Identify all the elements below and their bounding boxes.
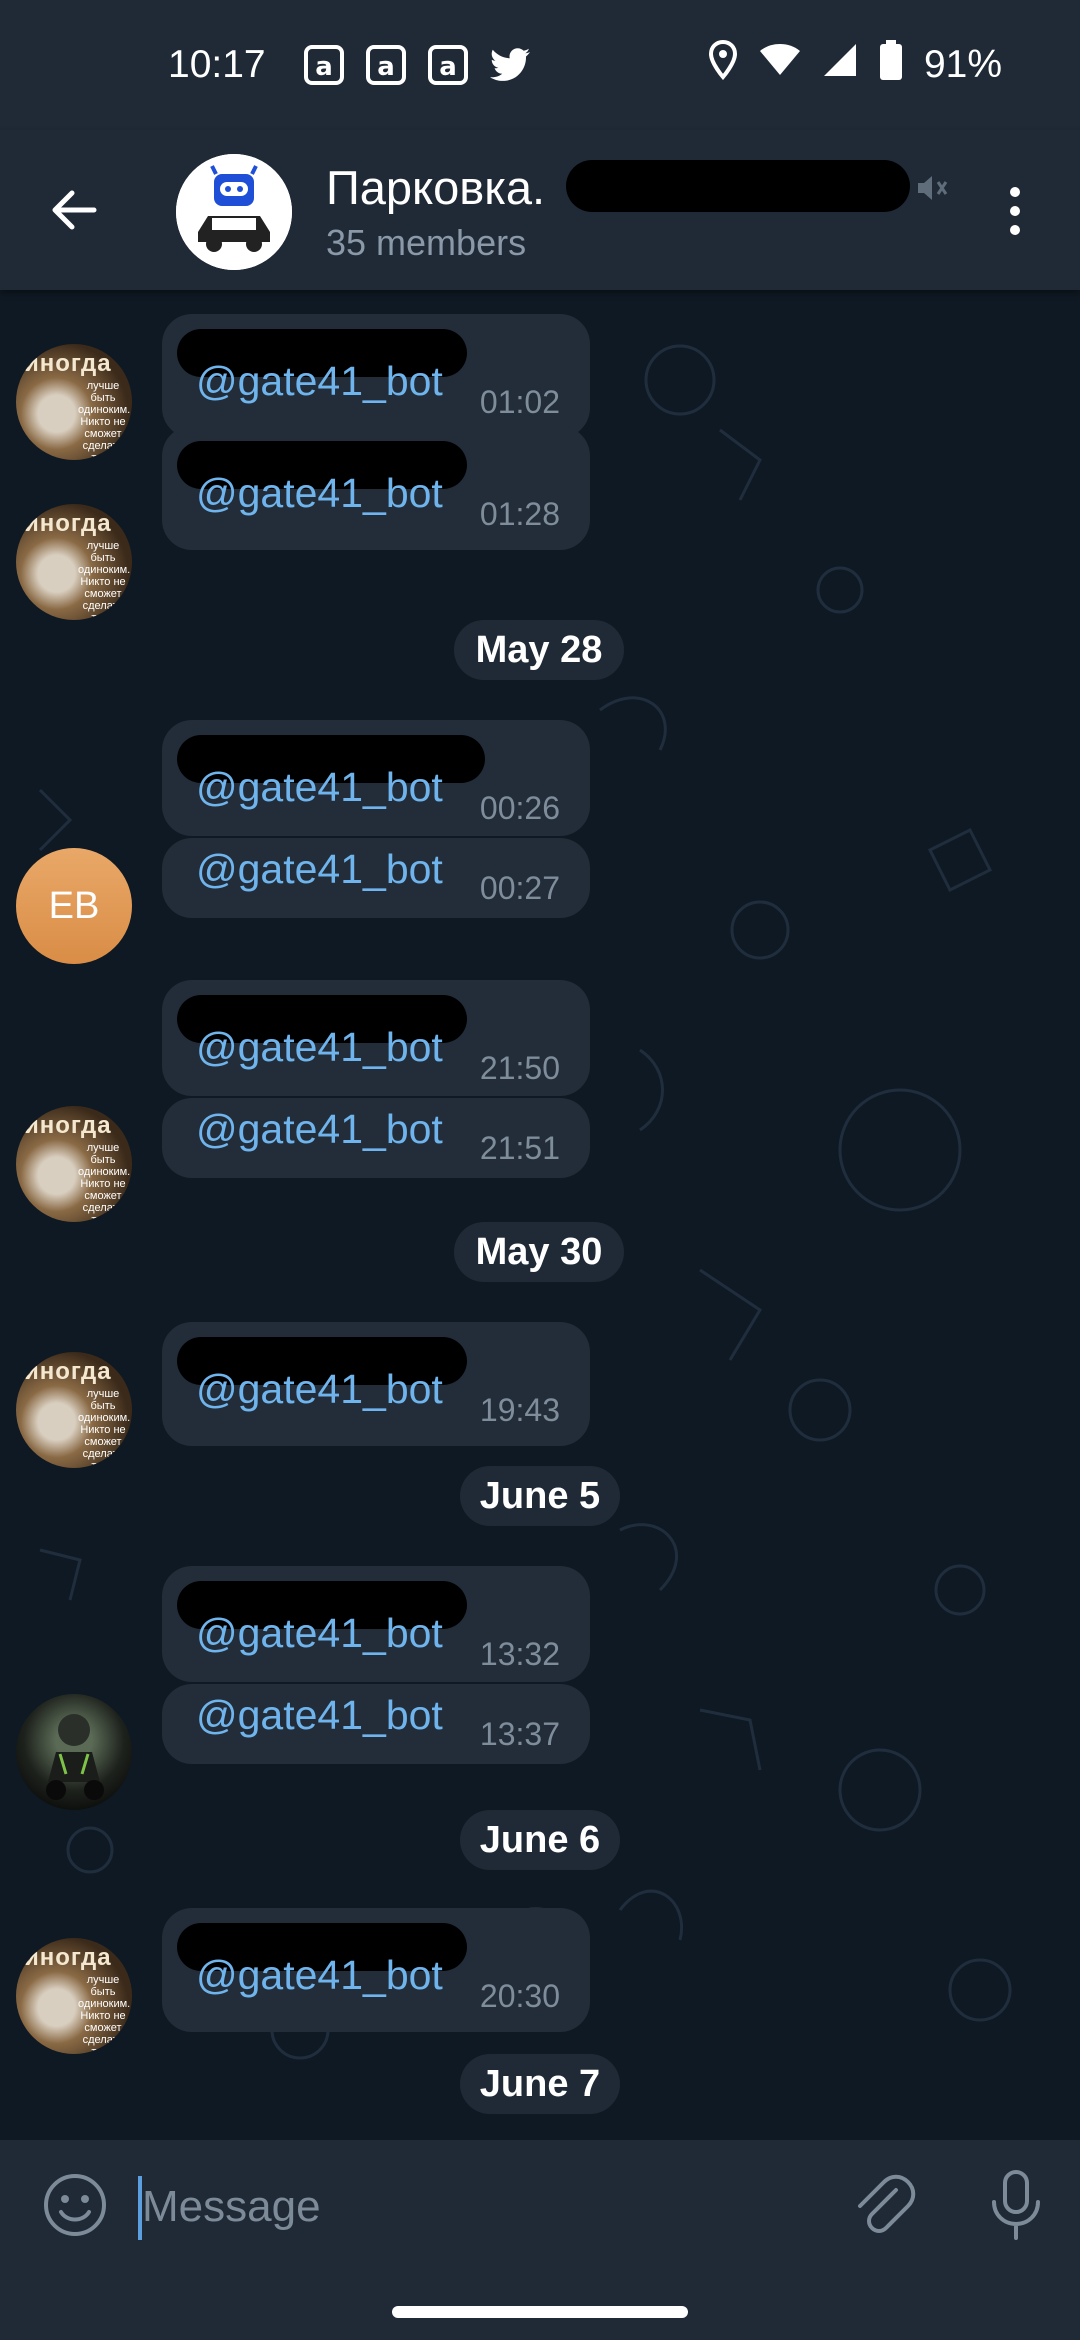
avatar[interactable]: иногда лучше быть одиноким. Никто не смо… bbox=[16, 1938, 132, 2054]
robot-car-icon bbox=[176, 154, 292, 270]
bot-mention-link[interactable]: @gate41_bot bbox=[196, 764, 443, 811]
svg-text:a: a bbox=[315, 52, 333, 82]
status-indicators: 91% bbox=[708, 0, 1002, 130]
home-gesture-handle[interactable] bbox=[392, 2306, 688, 2318]
message-bubble[interactable]: @gate41_bot 19:43 bbox=[162, 1322, 590, 1446]
navigation-bar bbox=[0, 2272, 1080, 2340]
chat-title[interactable]: Парковка. bbox=[326, 160, 545, 215]
avatar[interactable]: иногда лучше быть одиноким. Никто не смо… bbox=[16, 344, 132, 460]
bot-mention-link[interactable]: @gate41_bot bbox=[196, 1366, 443, 1413]
avatar[interactable]: EB bbox=[16, 848, 132, 964]
svg-text:a: a bbox=[377, 52, 395, 82]
bot-mention-link[interactable]: @gate41_bot bbox=[196, 1952, 443, 1999]
bot-mention-link[interactable]: @gate41_bot bbox=[196, 358, 443, 405]
avatar[interactable]: иногда лучше быть одиноким. Никто не смо… bbox=[16, 1352, 132, 1468]
a-icon: a bbox=[427, 45, 468, 85]
smiley-icon bbox=[44, 2174, 106, 2236]
bot-mention-link[interactable]: @gate41_bot bbox=[196, 1106, 443, 1153]
message-list[interactable]: @gate41_bot 01:02 иногда лучше быть один… bbox=[0, 290, 1080, 2140]
location-icon bbox=[708, 39, 738, 90]
message-bubble[interactable]: @gate41_bot 01:28 bbox=[162, 426, 590, 550]
bot-mention-link[interactable]: @gate41_bot bbox=[196, 1024, 443, 1071]
date-separator: June 6 bbox=[460, 1810, 620, 1870]
message-bubble[interactable]: @gate41_bot 21:50 bbox=[162, 980, 590, 1096]
message-bubble[interactable]: @gate41_bot 13:37 bbox=[162, 1684, 590, 1764]
battery-icon bbox=[879, 40, 902, 90]
emoji-button[interactable] bbox=[40, 2170, 110, 2245]
chat-avatar[interactable] bbox=[176, 154, 292, 270]
message-time: 00:27 bbox=[479, 870, 560, 906]
avatar[interactable]: иногда лучше быть одиноким. Никто не смо… bbox=[16, 1106, 132, 1222]
microphone-icon bbox=[992, 2170, 1040, 2240]
message-time: 21:51 bbox=[479, 1130, 560, 1166]
date-separator: May 28 bbox=[454, 620, 624, 680]
paperclip-icon bbox=[858, 2174, 916, 2233]
avatar[interactable] bbox=[16, 1694, 132, 1810]
signal-icon bbox=[822, 42, 858, 88]
svg-text:a: a bbox=[439, 52, 457, 82]
muted-icon bbox=[912, 170, 948, 211]
date-separator: June 5 bbox=[460, 1466, 620, 1526]
message-bubble[interactable]: @gate41_bot 01:02 bbox=[162, 314, 590, 438]
message-input[interactable] bbox=[142, 2170, 802, 2244]
more-vertical-icon bbox=[1010, 187, 1020, 235]
members-count: 35 members bbox=[326, 222, 527, 263]
message-bubble[interactable]: @gate41_bot 13:32 bbox=[162, 1566, 590, 1682]
message-time: 20:30 bbox=[479, 1978, 560, 2014]
avatar[interactable]: иногда лучше быть одиноким. Никто не смо… bbox=[16, 504, 132, 620]
twitter-icon bbox=[489, 47, 532, 83]
motorcyclist-icon bbox=[46, 1714, 104, 1800]
battery-percent: 91% bbox=[923, 43, 1002, 86]
back-button[interactable] bbox=[44, 180, 104, 240]
arrow-left-icon bbox=[52, 190, 97, 230]
redacted-title bbox=[566, 160, 910, 212]
bot-mention-link[interactable]: @gate41_bot bbox=[196, 846, 443, 893]
bot-mention-link[interactable]: @gate41_bot bbox=[196, 470, 443, 517]
message-bubble[interactable]: @gate41_bot 21:51 bbox=[162, 1098, 590, 1178]
a-icon: a bbox=[365, 45, 406, 85]
bot-mention-link[interactable]: @gate41_bot bbox=[196, 1692, 443, 1739]
message-time: 13:32 bbox=[479, 1636, 560, 1672]
message-time: 19:43 bbox=[479, 1392, 560, 1428]
wifi-icon bbox=[759, 43, 800, 87]
status-bar: 10:17 a a a 91% bbox=[0, 0, 1080, 130]
status-time: 10:17 bbox=[168, 43, 266, 86]
message-bubble[interactable]: @gate41_bot 00:27 bbox=[162, 838, 590, 918]
bot-mention-link[interactable]: @gate41_bot bbox=[196, 1610, 443, 1657]
message-time: 01:28 bbox=[479, 496, 560, 532]
message-time: 21:50 bbox=[479, 1050, 560, 1086]
chat-header: Парковка. 35 members bbox=[0, 130, 1080, 290]
message-composer bbox=[0, 2140, 1080, 2272]
date-separator: May 30 bbox=[454, 1222, 624, 1282]
voice-message-button[interactable] bbox=[986, 2168, 1046, 2247]
message-bubble[interactable]: @gate41_bot 20:30 bbox=[162, 1908, 590, 2032]
message-time: 00:26 bbox=[479, 790, 560, 826]
message-time: 13:37 bbox=[479, 1716, 560, 1752]
attach-button[interactable] bbox=[850, 2170, 916, 2245]
message-time: 01:02 bbox=[479, 384, 560, 420]
date-separator: June 7 bbox=[460, 2054, 620, 2114]
message-bubble[interactable]: @gate41_bot 00:26 bbox=[162, 720, 590, 836]
more-options-button[interactable] bbox=[1000, 176, 1030, 246]
a-icon: a bbox=[303, 45, 344, 85]
